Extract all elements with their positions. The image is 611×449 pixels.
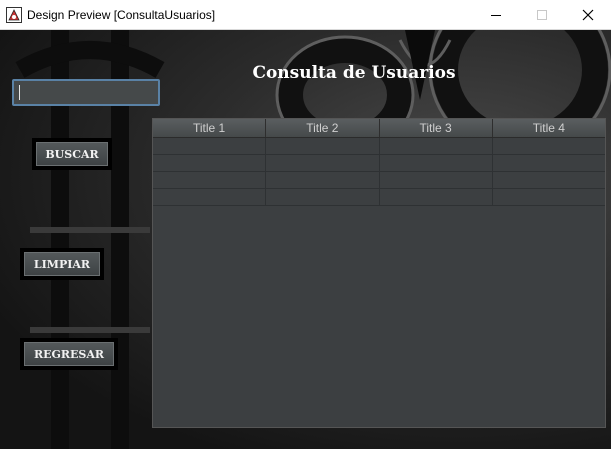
table-cell[interactable] bbox=[493, 138, 605, 154]
regresar-button-frame: REGRESAR bbox=[20, 338, 118, 370]
limpiar-button-frame: LIMPIAR bbox=[20, 248, 104, 280]
table-cell[interactable] bbox=[153, 155, 267, 171]
maximize-button[interactable] bbox=[519, 0, 565, 30]
table-cell[interactable] bbox=[266, 189, 380, 205]
page-title: Consulta de Usuarios bbox=[252, 63, 456, 83]
regresar-button[interactable]: REGRESAR bbox=[24, 342, 114, 366]
maximize-icon bbox=[537, 10, 547, 20]
table-cell[interactable] bbox=[380, 189, 493, 205]
close-icon bbox=[582, 9, 594, 21]
table-header: Title 1 Title 2 Title 3 Title 4 bbox=[153, 119, 605, 138]
form-canvas: Consulta de Usuarios BUSCAR LIMPIAR REGR… bbox=[0, 30, 611, 449]
table-cell[interactable] bbox=[380, 138, 493, 154]
table-cell[interactable] bbox=[266, 155, 380, 171]
minimize-icon bbox=[491, 15, 501, 16]
column-header[interactable]: Title 4 bbox=[493, 119, 605, 137]
java-app-icon bbox=[6, 7, 22, 23]
buscar-button-frame: BUSCAR bbox=[32, 138, 112, 170]
table-cell[interactable] bbox=[493, 189, 605, 205]
table-row[interactable] bbox=[153, 138, 605, 155]
table-cell[interactable] bbox=[380, 172, 493, 188]
limpiar-button[interactable]: LIMPIAR bbox=[24, 252, 100, 276]
column-header[interactable]: Title 3 bbox=[380, 119, 493, 137]
minimize-button[interactable] bbox=[473, 0, 519, 30]
table-cell[interactable] bbox=[266, 172, 380, 188]
table-cell[interactable] bbox=[493, 155, 605, 171]
window-title: Design Preview [ConsultaUsuarios] bbox=[27, 8, 216, 22]
results-table[interactable]: Title 1 Title 2 Title 3 Title 4 bbox=[152, 118, 606, 428]
column-header[interactable]: Title 2 bbox=[266, 119, 380, 137]
table-cell[interactable] bbox=[153, 138, 267, 154]
table-cell[interactable] bbox=[380, 155, 493, 171]
buscar-button[interactable]: BUSCAR bbox=[36, 142, 108, 166]
column-header[interactable]: Title 1 bbox=[153, 119, 267, 137]
window-titlebar: Design Preview [ConsultaUsuarios] bbox=[0, 0, 611, 30]
table-row[interactable] bbox=[153, 155, 605, 172]
table-cell[interactable] bbox=[493, 172, 605, 188]
table-cell[interactable] bbox=[153, 189, 267, 205]
table-cell[interactable] bbox=[153, 172, 267, 188]
text-caret bbox=[19, 85, 20, 100]
table-cell[interactable] bbox=[266, 138, 380, 154]
close-button[interactable] bbox=[565, 0, 611, 30]
table-row[interactable] bbox=[153, 189, 605, 206]
search-input[interactable] bbox=[12, 79, 160, 106]
table-row[interactable] bbox=[153, 172, 605, 189]
